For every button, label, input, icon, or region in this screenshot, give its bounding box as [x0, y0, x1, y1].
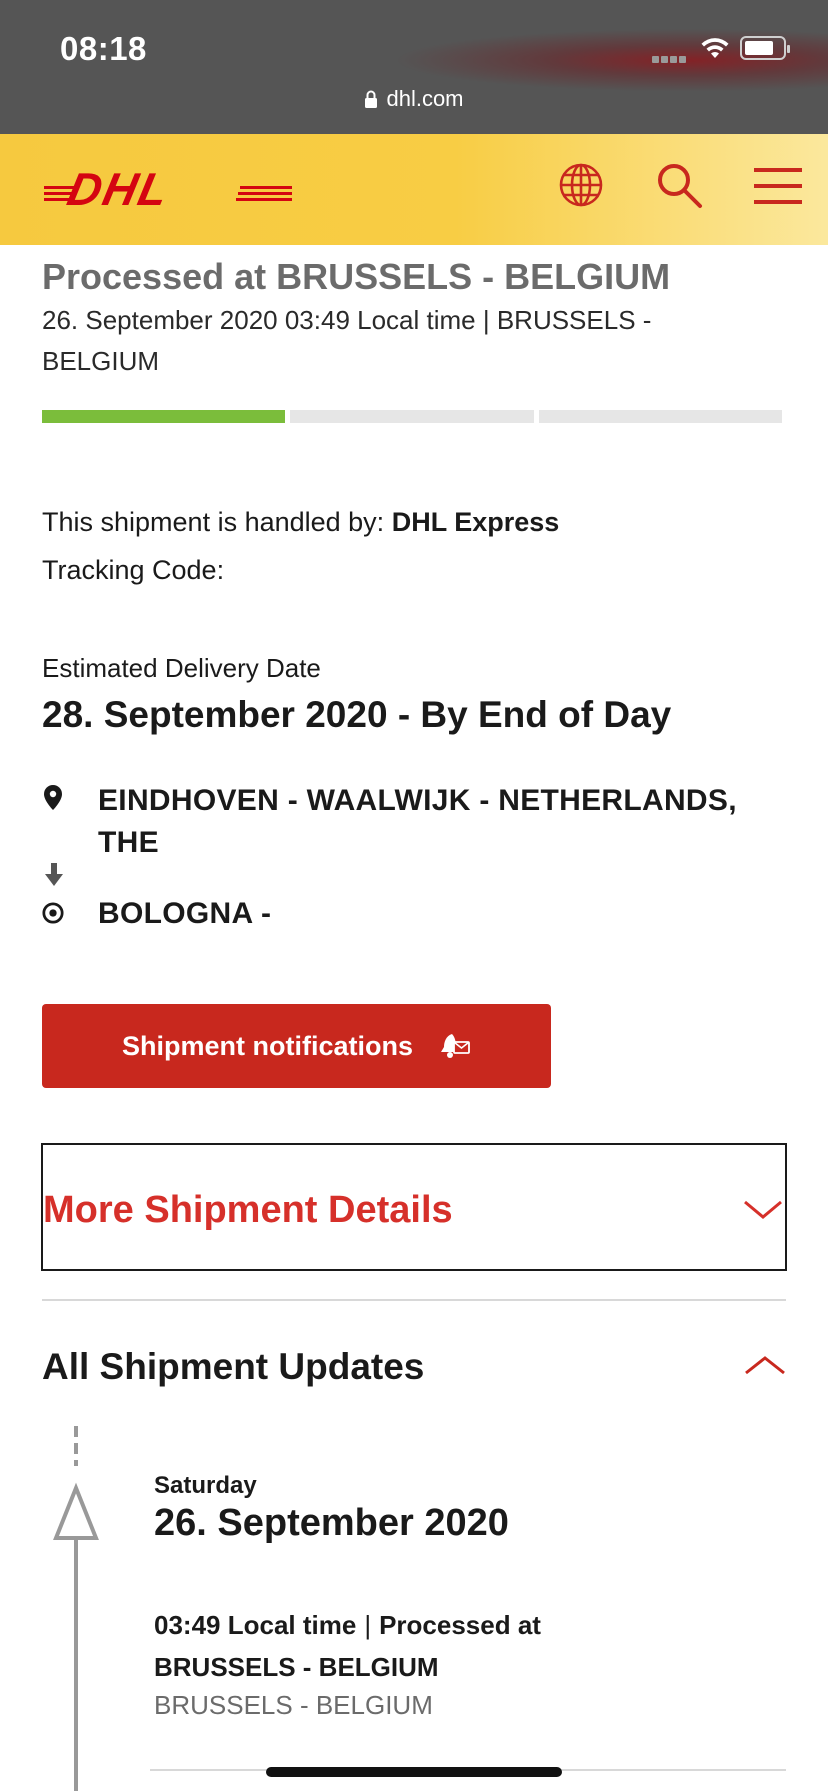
- all-shipment-updates-toggle[interactable]: All Shipment Updates: [42, 1346, 424, 1388]
- shipment-progress-bar: [42, 410, 782, 423]
- timeline-track: [53, 1426, 99, 1791]
- svg-text:DHL: DHL: [63, 164, 174, 214]
- handled-by: This shipment is handled by: DHL Express: [42, 507, 786, 538]
- battery-icon: [740, 36, 790, 60]
- lock-icon: [365, 90, 378, 108]
- url-text: dhl.com: [386, 86, 464, 111]
- update-weekday: Saturday: [154, 1472, 257, 1499]
- update-event: 03:49 Local time | Processed at BRUSSELS -…: [154, 1604, 674, 1688]
- globe-icon[interactable]: [558, 162, 604, 208]
- update-separator: |: [364, 1610, 372, 1640]
- shipment-notifications-label: Shipment notifications: [121, 1030, 413, 1061]
- arrow-down-icon: [45, 863, 63, 886]
- search-icon[interactable]: [656, 162, 704, 210]
- status-bar: 08:18 dhl.com: [0, 0, 828, 134]
- chevron-down-icon: [744, 1200, 782, 1219]
- handled-by-value: DHL Express: [391, 507, 560, 537]
- handled-by-label: This shipment is handled by:: [42, 507, 385, 537]
- map-pin-icon: [44, 785, 62, 810]
- notification-bell-icon: [441, 1034, 470, 1058]
- shipment-status-title: Processed at BRUSSELS - BELGIUM: [42, 256, 671, 297]
- divider: [42, 1299, 786, 1301]
- clock: 08:18: [60, 30, 147, 67]
- wifi-icon: [701, 38, 729, 58]
- tracking-code-label: Tracking Code:: [42, 555, 225, 585]
- site-header: DHL: [0, 134, 828, 245]
- cellular-signal-icon: [652, 50, 688, 68]
- progress-step-2: [290, 410, 534, 423]
- chevron-up-icon[interactable]: [744, 1354, 786, 1376]
- update-date: 26. September 2020: [154, 1502, 509, 1544]
- destination-target-icon: [42, 902, 64, 924]
- dhl-logo[interactable]: DHL: [44, 164, 294, 214]
- shipment-notifications-button[interactable]: Shipment notifications: [42, 1004, 551, 1088]
- menu-icon[interactable]: [754, 166, 802, 206]
- eta-value: 28. September 2020 - By End of Day: [42, 694, 672, 735]
- more-shipment-details-label: More Shipment Details: [43, 1189, 453, 1231]
- progress-step-1: [42, 410, 286, 423]
- progress-step-3: [538, 410, 782, 423]
- destination-text: BOLOGNA -: [98, 897, 272, 930]
- update-location: BRUSSELS - BELGIUM: [154, 1690, 433, 1720]
- shipment-status-detail: 26. September 2020 03:49 Local time | BR…: [42, 305, 652, 376]
- update-time: 03:49 Local time: [154, 1610, 357, 1640]
- eta-label: Estimated Delivery Date: [42, 653, 321, 683]
- home-indicator[interactable]: [266, 1767, 562, 1777]
- more-shipment-details-toggle[interactable]: More Shipment Details: [41, 1143, 787, 1271]
- address-bar[interactable]: dhl.com: [0, 86, 828, 112]
- origin-text: EINDHOVEN - WAALWIJK - NETHERLANDS, THE: [98, 784, 737, 859]
